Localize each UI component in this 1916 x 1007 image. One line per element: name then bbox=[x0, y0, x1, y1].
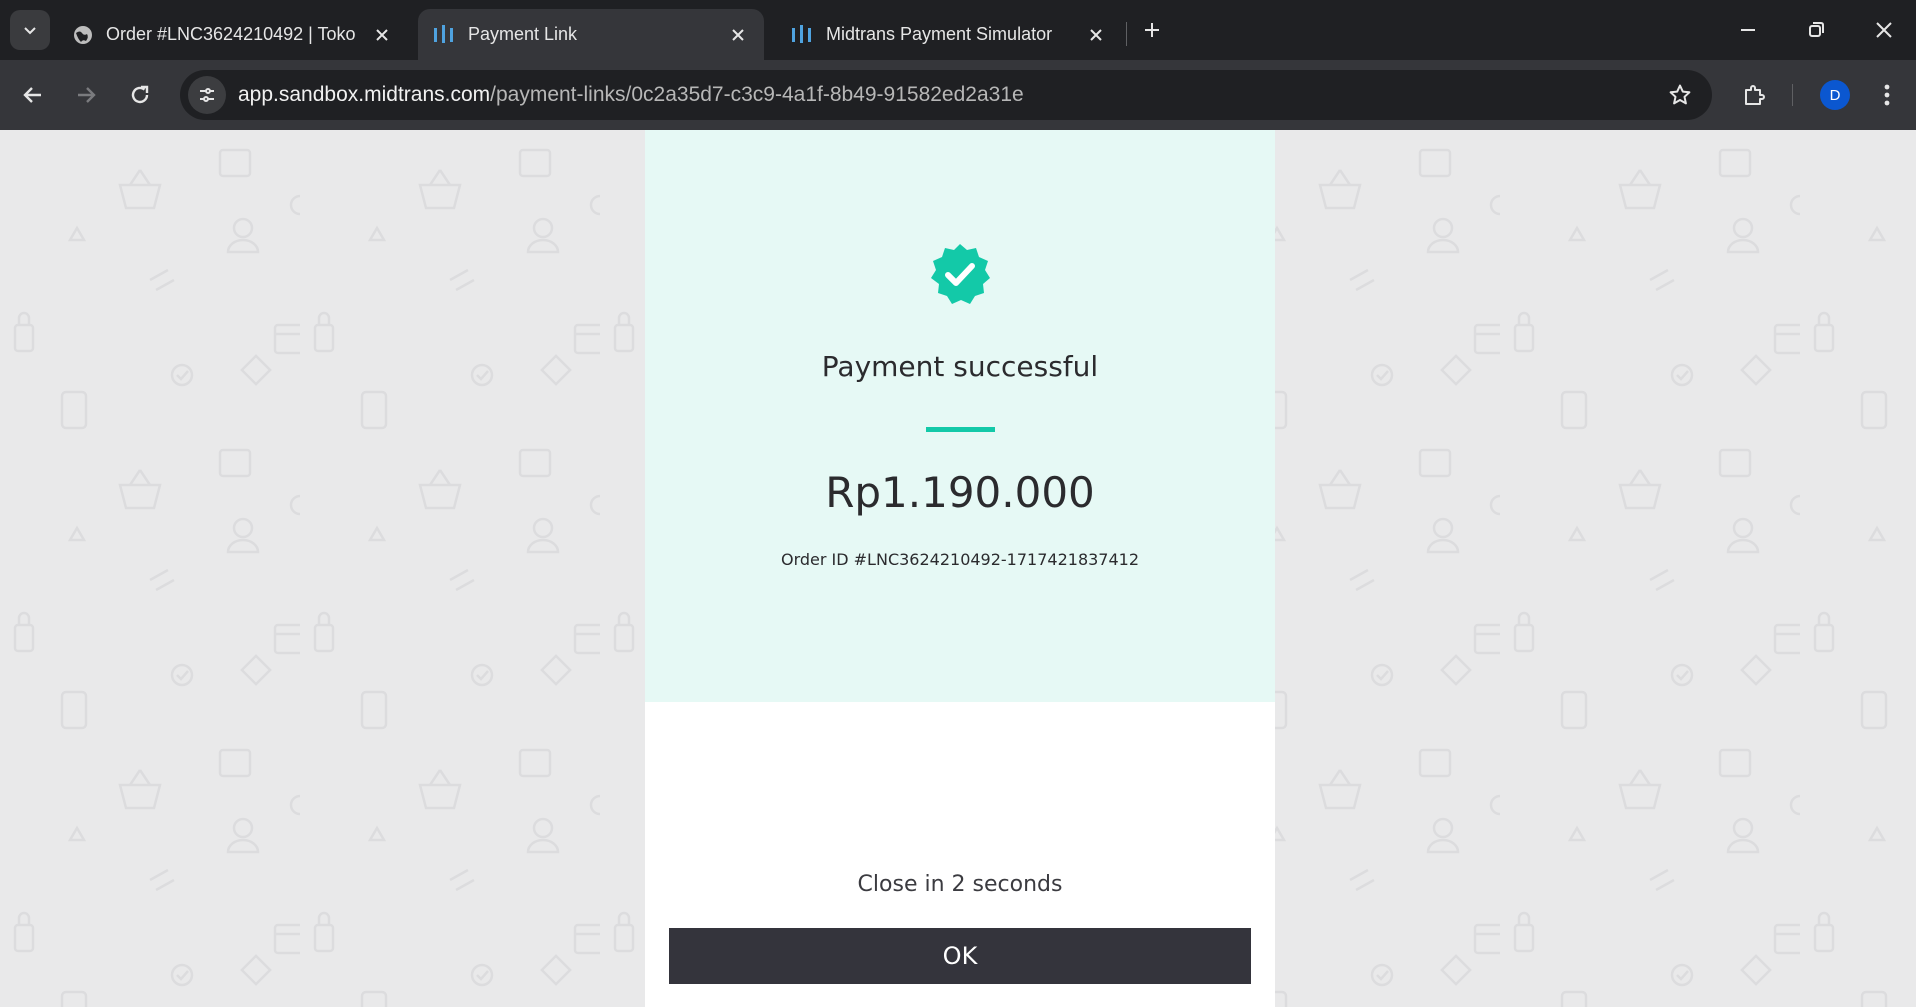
midtrans-icon bbox=[434, 24, 453, 43]
success-panel bbox=[645, 130, 1275, 702]
tab-close-button[interactable] bbox=[726, 23, 750, 47]
star-icon bbox=[1669, 84, 1691, 105]
chevron-down-icon bbox=[24, 27, 36, 35]
plus-icon bbox=[1145, 23, 1159, 37]
tab-title: Payment Link bbox=[468, 24, 578, 44]
window-close-button[interactable] bbox=[1850, 0, 1916, 60]
minimize-icon bbox=[1741, 29, 1755, 31]
extensions-button[interactable] bbox=[1736, 77, 1772, 113]
close-countdown: Close in 2 seconds bbox=[857, 872, 1063, 897]
close-icon bbox=[376, 28, 388, 41]
reload-icon bbox=[131, 85, 149, 104]
payment-result-modal: Payment successful Rp1.190.000 Order ID … bbox=[645, 130, 1275, 1007]
puzzle-icon bbox=[1745, 85, 1765, 105]
restore-icon bbox=[1809, 22, 1824, 37]
site-info-button[interactable] bbox=[188, 76, 226, 114]
back-button[interactable] bbox=[15, 77, 51, 113]
payment-amount: Rp1.190.000 bbox=[825, 468, 1095, 517]
verified-check-icon bbox=[931, 244, 990, 304]
browser-menu-button[interactable] bbox=[1872, 77, 1902, 113]
close-icon bbox=[1876, 22, 1892, 38]
tab-title: Midtrans Payment Simulator bbox=[826, 24, 1053, 44]
url-host: app.sandbox.midtrans.com bbox=[238, 83, 491, 106]
browser-toolbar: app.sandbox.midtrans.com/payment-links/0… bbox=[0, 60, 1916, 130]
tab-payment-link[interactable]: Payment Link bbox=[418, 9, 764, 60]
close-icon bbox=[732, 28, 744, 41]
order-id: Order ID #LNC3624210492-1717421837412 bbox=[780, 550, 1140, 569]
toolbar-separator bbox=[1792, 84, 1793, 106]
tab-order[interactable]: Order #LNC3624210492 | Toko bbox=[58, 9, 408, 60]
more-vert-icon bbox=[1884, 84, 1890, 106]
close-icon bbox=[1090, 28, 1102, 41]
profile-avatar[interactable]: D bbox=[1820, 80, 1850, 110]
bookmark-button[interactable] bbox=[1664, 79, 1696, 111]
minimize-button[interactable] bbox=[1714, 0, 1782, 60]
tab-strip: Order #LNC3624210492 | Toko Payment Link… bbox=[0, 0, 1916, 60]
ok-button[interactable]: OK bbox=[669, 928, 1251, 984]
midtrans-icon bbox=[792, 24, 811, 43]
tab-close-button[interactable] bbox=[1084, 23, 1108, 47]
tab-title: Order #LNC3624210492 | Toko bbox=[106, 24, 356, 44]
url-path: /payment-links/0c2a35d7-c3c9-4a1f-8b49-9… bbox=[490, 83, 1024, 106]
page-viewport: Payment successful Rp1.190.000 Order ID … bbox=[0, 130, 1916, 1007]
tab-payment-simulator[interactable]: Midtrans Payment Simulator bbox=[776, 9, 1122, 60]
url-text: app.sandbox.midtrans.com/payment-links/0… bbox=[238, 83, 1024, 107]
tab-close-button[interactable] bbox=[370, 23, 394, 47]
tab-search-button[interactable] bbox=[10, 10, 50, 50]
arrow-left-icon bbox=[23, 87, 41, 103]
arrow-right-icon bbox=[78, 87, 96, 103]
accent-divider bbox=[926, 427, 995, 432]
tune-icon bbox=[200, 88, 214, 102]
tab-separator bbox=[1126, 22, 1127, 46]
restore-button[interactable] bbox=[1782, 0, 1850, 60]
address-bar[interactable]: app.sandbox.midtrans.com/payment-links/0… bbox=[180, 70, 1712, 120]
globe-icon bbox=[74, 25, 92, 44]
new-tab-button[interactable] bbox=[1136, 14, 1168, 46]
payment-status-title: Payment successful bbox=[821, 350, 1099, 383]
forward-button[interactable] bbox=[68, 77, 104, 113]
reload-button[interactable] bbox=[122, 77, 158, 113]
